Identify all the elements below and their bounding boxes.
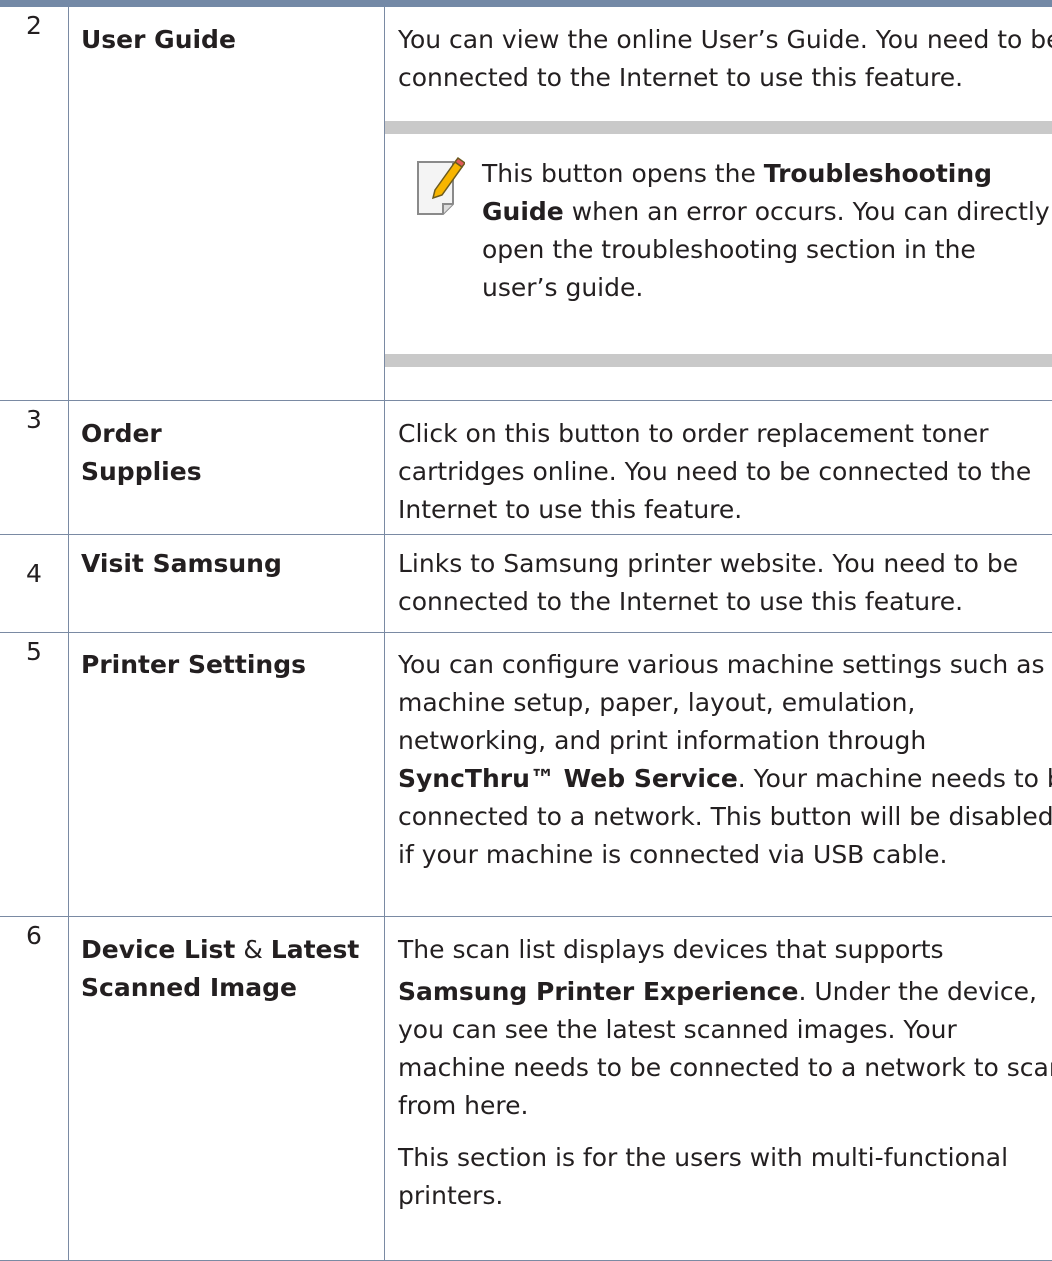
feature-name: Scanned Image — [81, 972, 297, 1002]
note-box: This button opens the Troubleshooting Gu… — [385, 121, 1052, 367]
description-run: . Under the device, — [798, 976, 1038, 1006]
feature-name: Visit Samsung — [81, 548, 282, 578]
feature-table: 2 User Guide You can view the online Use… — [0, 7, 1052, 1261]
samsung-printer-experience-term: Samsung Printer Experience — [398, 976, 799, 1006]
header-bar — [0, 0, 1052, 7]
note-text-run: This button opens the — [482, 159, 764, 188]
note-pencil-icon — [417, 156, 465, 215]
table-row: 4 Visit Samsung Links to Samsung printer… — [0, 534, 1052, 633]
feature-name: User Guide — [81, 25, 236, 54]
description-line: printers. — [398, 1180, 504, 1210]
feature-name: Printer Settings — [81, 649, 306, 679]
feature-name: Device List — [81, 934, 236, 964]
troubleshooting-term: Troubleshooting — [763, 159, 993, 188]
note-text: This button opens the Troubleshooting Gu… — [482, 155, 1050, 307]
syncthru-term: SyncThru™ Web Service — [398, 763, 738, 793]
description-line: This section is for the users with multi… — [398, 1142, 1009, 1172]
row-number: 3 — [0, 400, 69, 535]
description-line: cartridges online. You need to be connec… — [398, 456, 1032, 486]
description-line: Click on this button to order replacemen… — [398, 418, 989, 448]
description-line: connected to the Internet to use this fe… — [398, 586, 964, 616]
feature-name: Order — [81, 418, 162, 448]
description-line: The scan list displays devices that supp… — [398, 934, 944, 964]
table-row: 5 Printer Settings You can configure var… — [0, 632, 1052, 917]
description-line: if your machine is connected via USB cab… — [398, 839, 948, 869]
description-line: machine needs to be connected to a netwo… — [398, 1052, 1052, 1082]
guide-term: Guide — [482, 197, 564, 226]
description-line: connected to a network. This button will… — [398, 801, 1052, 831]
description-line: You can configure various machine settin… — [398, 649, 1045, 679]
table-row: 2 User Guide You can view the online Use… — [0, 7, 1052, 401]
description-line: You can view the online User’s Guide. Yo… — [398, 25, 1052, 54]
description-run: . Your machine needs to be — [737, 763, 1052, 793]
feature-name: Latest — [270, 934, 360, 964]
table-row: 6 Device List & Latest Scanned Image The… — [0, 916, 1052, 1261]
note-text-run: user’s guide. — [482, 273, 644, 302]
note-text-run: open the troubleshooting section in the — [482, 235, 976, 264]
description-line: connected to the Internet to use this fe… — [398, 63, 964, 92]
description-line: Internet to use this feature. — [398, 494, 743, 524]
description-line: machine setup, paper, layout, emulation, — [398, 687, 916, 717]
description-line: Links to Samsung printer website. You ne… — [398, 548, 1019, 578]
description-line: networking, and print information throug… — [398, 725, 927, 755]
row-number: 4 — [0, 534, 69, 633]
description-line: from here. — [398, 1090, 529, 1120]
ampersand: & — [235, 934, 271, 964]
row-number: 5 — [0, 632, 69, 917]
row-number: 6 — [0, 916, 69, 1261]
note-text-run: when an error occurs. You can directly — [563, 197, 1050, 226]
row-number: 2 — [0, 7, 69, 401]
description-line: you can see the latest scanned images. Y… — [398, 1014, 957, 1044]
feature-name: Supplies — [81, 456, 202, 486]
table-row: 3 Order Supplies Click on this button to… — [0, 400, 1052, 535]
